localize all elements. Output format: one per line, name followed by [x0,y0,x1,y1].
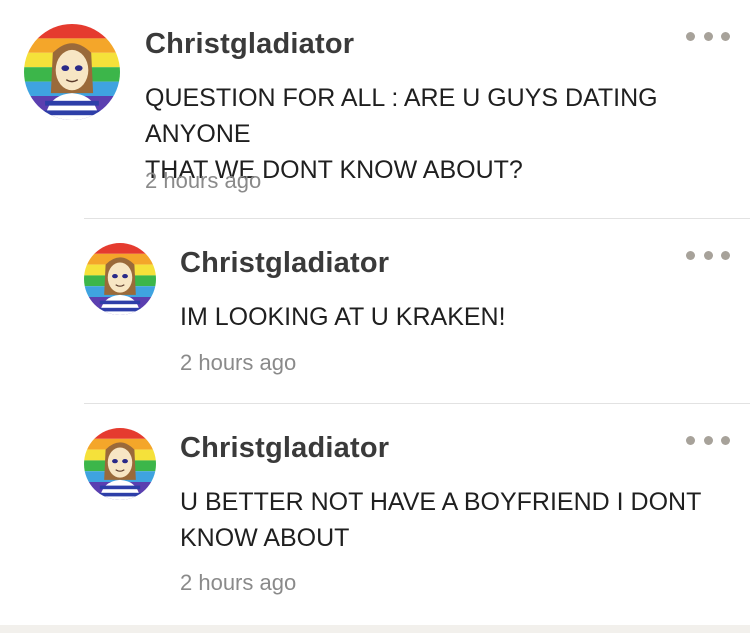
comment-timestamp: 2 hours ago [180,350,297,375]
dot [721,435,730,445]
dot [721,31,730,41]
avatar[interactable] [84,243,156,315]
dot [686,435,695,445]
avatar-drawing [24,24,120,120]
comment-text: U BETTER NOT HAVE A BOYFRIEND I DONT KNO… [180,488,702,552]
more-options-icon[interactable] [686,430,730,450]
comment-author[interactable]: Christgladiator [180,247,389,280]
dot [686,31,695,41]
comment-timestamp: 2 hours ago [145,168,262,193]
avatar[interactable] [84,428,156,500]
comment-timestamp: 2 hours ago [180,570,297,595]
comment-author[interactable]: Christgladiator [180,432,389,465]
reply-item: Christgladiator U BETTER NOT HAVE A BOYF… [0,404,750,625]
bottom-bar [0,625,750,633]
comment-item: Christgladiator QUESTION FOR ALL : ARE U… [0,0,750,218]
avatar[interactable] [24,24,120,120]
comment-text: IM LOOKING AT U KRAKEN! [180,303,506,331]
comment-thread: Christgladiator QUESTION FOR ALL : ARE U… [0,0,750,625]
dot [721,250,730,260]
dot [703,435,713,445]
avatar-drawing [84,243,156,315]
comment-author[interactable]: Christgladiator [145,28,354,61]
more-options-icon[interactable] [686,245,730,265]
dot [686,250,695,260]
dot [703,31,713,41]
reply-item: Christgladiator IM LOOKING AT U KRAKEN! … [0,219,750,403]
more-options-icon[interactable] [686,26,730,46]
avatar-drawing [84,428,156,500]
dot [703,250,713,260]
